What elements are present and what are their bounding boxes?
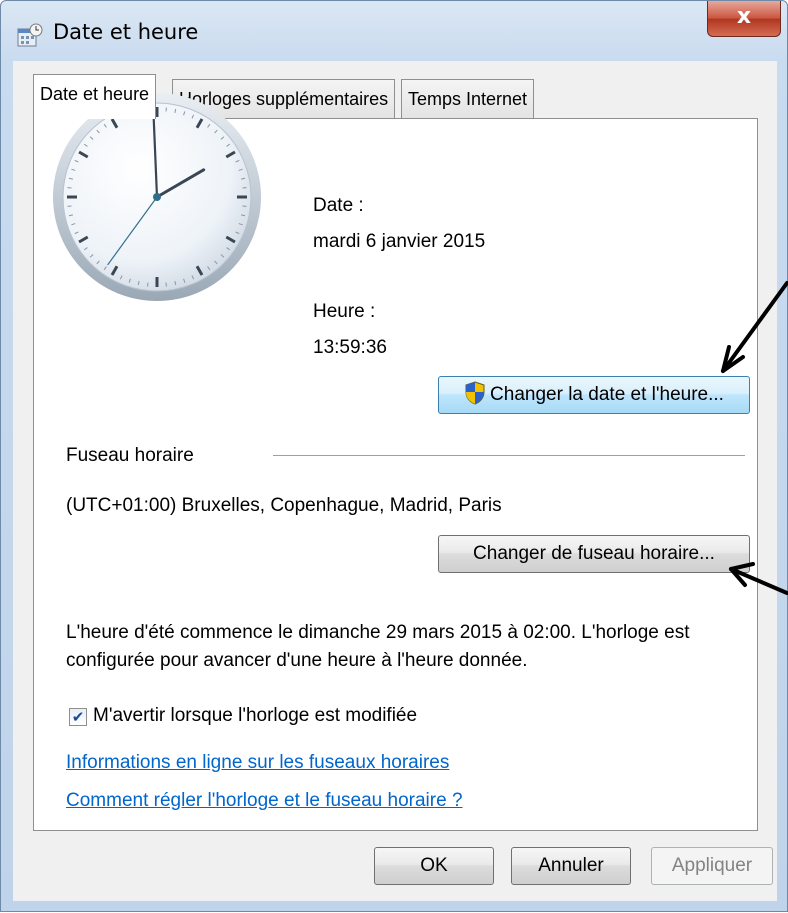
notify-checkbox[interactable]: ✔ [69,708,87,726]
analog-clock [51,91,263,303]
timezone-section-label: Fuseau horaire [66,445,194,467]
uac-shield-icon [464,381,486,405]
date-time-dialog: Date et heure x Date et heure Horloges s… [0,0,788,912]
ok-button[interactable]: OK [374,847,494,885]
dst-info-line-1: L'heure d'été commence le dimanche 29 ma… [66,622,690,644]
cancel-button[interactable]: Annuler [511,847,631,885]
check-mark-icon: ✔ [72,708,85,726]
time-value: 13:59:36 [313,337,387,359]
timezone-value: (UTC+01:00) Bruxelles, Copenhague, Madri… [66,495,502,517]
tab-date-et-heure[interactable]: Date et heure [33,74,156,119]
notify-checkbox-label[interactable]: M'avertir lorsque l'horloge est modifiée [93,705,417,727]
title-bar[interactable]: Date et heure x [1,1,787,61]
time-label: Heure : [313,301,375,323]
date-label: Date : [313,195,364,217]
change-timezone-button[interactable]: Changer de fuseau horaire... [438,535,750,573]
dst-info-line-2: configurée pour avancer d'une heure à l'… [66,650,527,672]
clock-help-link[interactable]: Comment régler l'horloge et le fuseau ho… [66,790,463,812]
timezone-info-link[interactable]: Informations en ligne sur les fuseaux ho… [66,752,449,774]
tab-temps-internet[interactable]: Temps Internet [401,79,534,119]
change-date-time-button[interactable]: Changer la date et l'heure... [438,376,750,414]
date-time-icon [15,21,43,49]
change-date-time-label: Changer la date et l'heure... [490,384,724,405]
timezone-separator [273,455,745,456]
date-value: mardi 6 janvier 2015 [313,231,485,253]
clock-center [153,193,161,201]
window-title: Date et heure [53,20,198,44]
close-button[interactable]: x [707,1,781,37]
apply-button[interactable]: Appliquer [651,847,773,885]
